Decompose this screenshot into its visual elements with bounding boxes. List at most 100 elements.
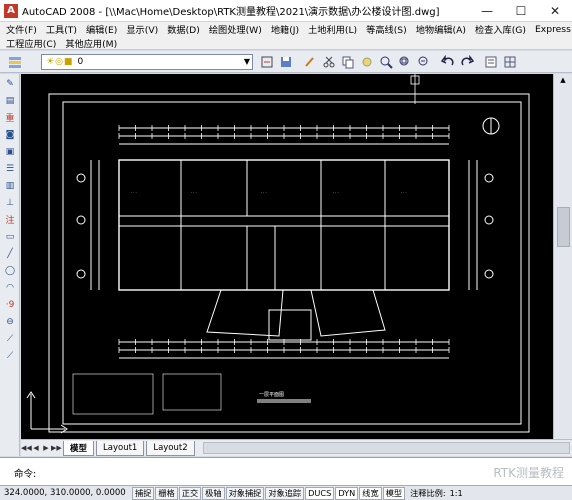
menu-item[interactable]: 数据(D) bbox=[167, 22, 200, 36]
status-toggle-group: 捕捉 栅格 正交 极轴 对象捕捉 对象追踪 DUCS DYN 线宽 模型 bbox=[132, 486, 406, 500]
first-tab-icon[interactable]: ◀◀ bbox=[21, 444, 32, 452]
room-label: · · · bbox=[131, 191, 137, 195]
draw-tool-icon[interactable]: ✎ bbox=[1, 76, 19, 91]
redo-icon[interactable] bbox=[459, 54, 475, 70]
status-toggle-button[interactable]: 栅格 bbox=[155, 486, 178, 500]
floor-plan-drawing: · · · · · · · · · · · · · · · 一层平面图 bbox=[26, 74, 530, 434]
status-toggle-button[interactable]: 正交 bbox=[178, 486, 202, 500]
measure-tool-icon[interactable]: ⊥ bbox=[1, 195, 19, 210]
room-label: · · · bbox=[261, 191, 267, 195]
layers-tool-icon[interactable]: ▤ bbox=[1, 93, 19, 108]
status-toggle-button[interactable]: 对象捕捉 bbox=[225, 486, 265, 500]
chevron-down-icon: ▼ bbox=[243, 57, 250, 66]
status-toggle-button[interactable]: 极轴 bbox=[202, 486, 225, 500]
last-tab-icon[interactable]: ▶▶ bbox=[51, 444, 62, 452]
menu-item[interactable]: 地物编辑(A) bbox=[416, 22, 466, 36]
drawing-canvas[interactable]: · · · · · · · · · · · · · · · 一层平面图 bbox=[21, 74, 553, 439]
plan-title: 一层平面图 bbox=[259, 392, 284, 398]
pan-icon[interactable] bbox=[359, 54, 375, 70]
annotation-scale-label: 注释比例: bbox=[410, 488, 446, 498]
circle-tool-icon[interactable]: ◯ bbox=[1, 263, 19, 278]
save-icon[interactable] bbox=[278, 54, 294, 70]
tab-layout1[interactable]: Layout1 bbox=[96, 440, 145, 456]
menu-item[interactable]: 等高线(S) bbox=[366, 22, 407, 36]
window-title: AutoCAD 2008 - [\\Mac\Home\Desktop\RTK测量… bbox=[22, 7, 440, 18]
watermark: RTK测量教程 bbox=[493, 466, 564, 480]
layer-properties-icon[interactable] bbox=[7, 54, 23, 70]
menu-item[interactable]: 其他应用(M) bbox=[65, 36, 117, 50]
status-toggle-button[interactable]: 线宽 bbox=[359, 486, 382, 500]
layer-state-icons: ☀◎■ bbox=[46, 56, 74, 67]
hatch-tool-icon[interactable]: ⟋ bbox=[1, 348, 19, 363]
menu-bar: 文件(F) 工具(T) 编辑(E) 显示(V) 数据(D) 绘图处理(W) 地籍(J) 土地利… bbox=[0, 22, 572, 50]
command-line[interactable]: 命令: RTK测量教程 bbox=[0, 457, 572, 485]
zoom-previous-icon[interactable] bbox=[416, 54, 432, 70]
menu-item[interactable]: Express bbox=[535, 24, 571, 35]
menu-item[interactable]: 检查入库(G) bbox=[475, 22, 526, 36]
undo-icon[interactable] bbox=[440, 54, 456, 70]
next-tab-icon[interactable]: ▶ bbox=[41, 444, 51, 452]
menu-row-2: 工程应用(C) 其他应用(M) bbox=[0, 36, 572, 50]
menu-item[interactable]: 工具(T) bbox=[46, 22, 77, 36]
line-tool-icon[interactable]: ╱ bbox=[1, 246, 19, 261]
menu-item[interactable]: 绘图处理(W) bbox=[209, 22, 262, 36]
rectangle-tool-icon[interactable]: ▭ bbox=[1, 229, 19, 244]
room-label: · · · bbox=[333, 191, 339, 195]
vertical-scrollbar[interactable]: ▲ bbox=[553, 74, 572, 439]
scroll-thumb[interactable] bbox=[556, 207, 570, 247]
zoom-realtime-icon[interactable] bbox=[378, 54, 394, 70]
layers-toolbar: ☀◎■ 0 ▼ bbox=[0, 51, 572, 73]
menu-item[interactable]: 工程应用(C) bbox=[6, 36, 56, 50]
annotation-scale-value[interactable]: 1:1 bbox=[450, 488, 463, 498]
red-tool-icon[interactable]: 重 bbox=[1, 110, 19, 125]
list-tool-icon[interactable]: ☰ bbox=[1, 161, 19, 176]
grid-icon[interactable] bbox=[502, 54, 518, 70]
properties-icon[interactable] bbox=[483, 54, 499, 70]
menu-item[interactable]: 文件(F) bbox=[6, 22, 37, 36]
menu-row-1: 文件(F) 工具(T) 编辑(E) 显示(V) 数据(D) 绘图处理(W) 地籍(J) 土地利… bbox=[0, 22, 572, 37]
status-bar: 324.0000, 310.0000, 0.0000 捕捉 栅格 正交 极轴 对象捕捉对… bbox=[0, 485, 572, 500]
dimension-ticks bbox=[118, 125, 450, 353]
status-toggle-button[interactable]: DUCS bbox=[305, 486, 335, 500]
prev-tab-icon[interactable]: ◀ bbox=[31, 444, 41, 452]
status-toggle-button[interactable]: 模型 bbox=[382, 486, 406, 500]
square-tool-icon[interactable]: ▣ bbox=[1, 144, 19, 159]
porch-left bbox=[206, 289, 284, 337]
status-toggle-button[interactable]: 对象追踪 bbox=[265, 486, 305, 500]
layer-dropdown[interactable]: ☀◎■ 0 ▼ bbox=[41, 53, 253, 70]
scroll-up-icon[interactable]: ▲ bbox=[558, 76, 569, 87]
point-tool-icon[interactable]: ·9 bbox=[1, 297, 19, 312]
camera-tool-icon[interactable]: ◙ bbox=[1, 127, 19, 142]
make-current-icon[interactable] bbox=[259, 54, 275, 70]
legend-block bbox=[162, 373, 222, 411]
brush-icon[interactable] bbox=[302, 54, 318, 70]
status-toggle-button[interactable]: 捕捉 bbox=[132, 486, 155, 500]
chart-tool-icon[interactable]: ▥ bbox=[1, 178, 19, 193]
notes-block bbox=[72, 373, 154, 415]
offset-tool-icon[interactable]: ⊖ bbox=[1, 314, 19, 329]
menu-item[interactable]: 土地利用(L) bbox=[308, 22, 357, 36]
tab-layout2[interactable]: Layout2 bbox=[146, 440, 195, 456]
close-button[interactable]: ✕ bbox=[538, 0, 572, 22]
porch-right bbox=[310, 289, 386, 337]
cursor-coordinates: 324.0000, 310.0000, 0.0000 bbox=[4, 488, 126, 498]
menu-item[interactable]: 显示(V) bbox=[126, 22, 158, 36]
tab-model[interactable]: 模型 bbox=[63, 440, 95, 456]
minimize-button[interactable]: — bbox=[470, 0, 504, 22]
cut-icon[interactable] bbox=[321, 54, 337, 70]
annotation-tool-icon[interactable]: 注 bbox=[1, 212, 19, 227]
layout-tabs-bar: ◀◀ ◀ ▶ ▶▶ 模型 Layout1 Layout2 bbox=[21, 439, 572, 456]
menu-item[interactable]: 编辑(E) bbox=[86, 22, 117, 36]
zoom-window-icon[interactable] bbox=[397, 54, 413, 70]
slope-tool-icon[interactable]: ⟋ bbox=[1, 331, 19, 346]
menu-item[interactable]: 地籍(J) bbox=[271, 22, 299, 36]
command-prompt: 命令: bbox=[14, 469, 37, 480]
arc-tool-icon[interactable]: ◠ bbox=[1, 280, 19, 295]
room-label: · · · bbox=[401, 191, 407, 195]
title-bar: A AutoCAD 2008 - [\\Mac\Home\Desktop\RTK… bbox=[0, 0, 572, 22]
horizontal-scrollbar[interactable] bbox=[202, 442, 570, 454]
status-toggle-button[interactable]: DYN bbox=[335, 486, 359, 500]
window-controls: — ☐ ✕ bbox=[470, 0, 572, 22]
copy-icon[interactable] bbox=[340, 54, 356, 70]
maximize-button[interactable]: ☐ bbox=[504, 0, 538, 22]
